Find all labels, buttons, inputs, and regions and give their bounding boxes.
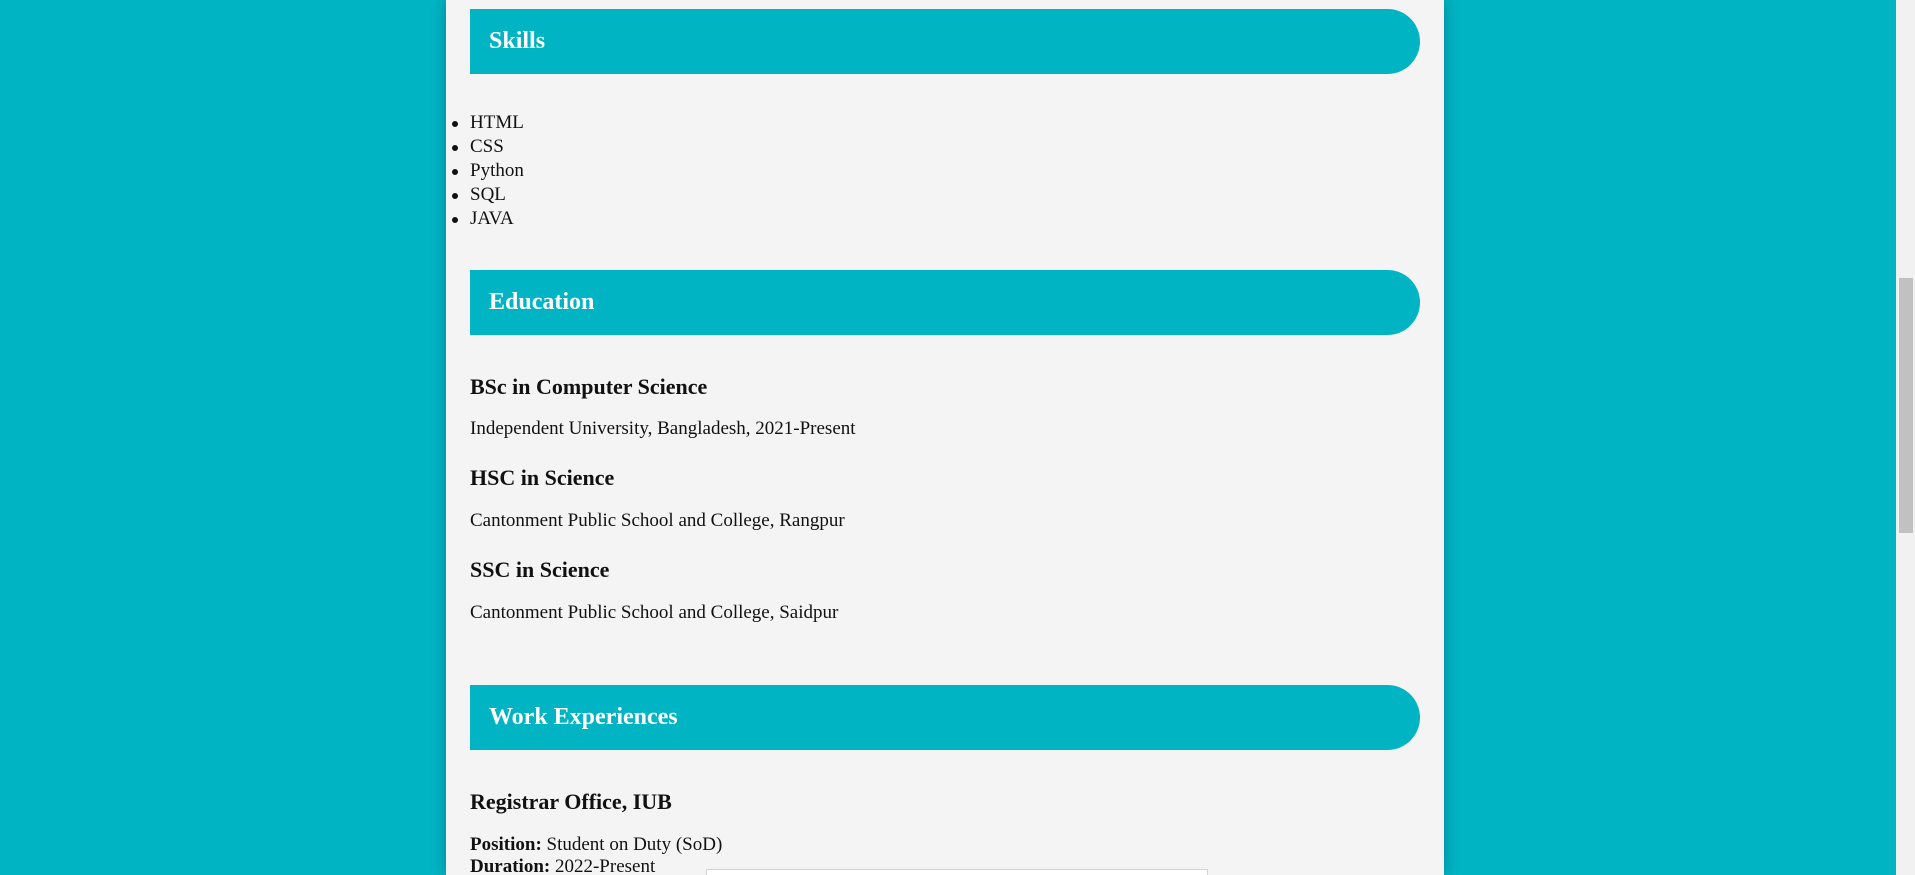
position-value: Student on Duty (SoD)	[541, 834, 723, 855]
skills-section-header: Skills	[470, 9, 1420, 74]
education-degree: HSC in Science	[470, 465, 615, 490]
job-duration: Duration: 2022-Present	[470, 856, 655, 875]
skill-item: CSS	[452, 135, 524, 159]
education-section-header: Education	[470, 270, 1420, 335]
education-degree: SSC in Science	[470, 557, 610, 582]
scrollbar-thumb[interactable]	[1899, 278, 1913, 533]
skills-list: HTML CSS Python SQL JAVA	[452, 111, 524, 231]
education-institution: Cantonment Public School and College, Sa…	[470, 602, 839, 623]
resume-page: Skills HTML CSS Python SQL JAVA Educatio…	[446, 0, 1444, 875]
position-label: Position:	[470, 834, 542, 855]
skill-item: SQL	[452, 183, 524, 207]
education-heading: Education	[489, 289, 595, 315]
skills-heading: Skills	[489, 28, 546, 54]
duration-value: 2022-Present	[550, 856, 656, 875]
work-heading: Work Experiences	[489, 704, 678, 730]
skill-item: HTML	[452, 112, 524, 133]
duration-label: Duration:	[470, 856, 551, 875]
skill-item: Python	[452, 160, 524, 181]
vertical-scrollbar[interactable]	[1896, 0, 1915, 875]
education-institution: Independent University, Bangladesh, 2021…	[470, 418, 856, 439]
education-degree: BSc in Computer Science	[470, 374, 708, 399]
skill-item: JAVA	[452, 207, 524, 231]
job-position: Position: Student on Duty (SoD)	[470, 834, 722, 856]
work-section-header: Work Experiences	[470, 685, 1420, 750]
education-institution: Cantonment Public School and College, Ra…	[470, 510, 845, 531]
content-box	[706, 869, 1208, 875]
job-title: Registrar Office, IUB	[470, 789, 672, 814]
